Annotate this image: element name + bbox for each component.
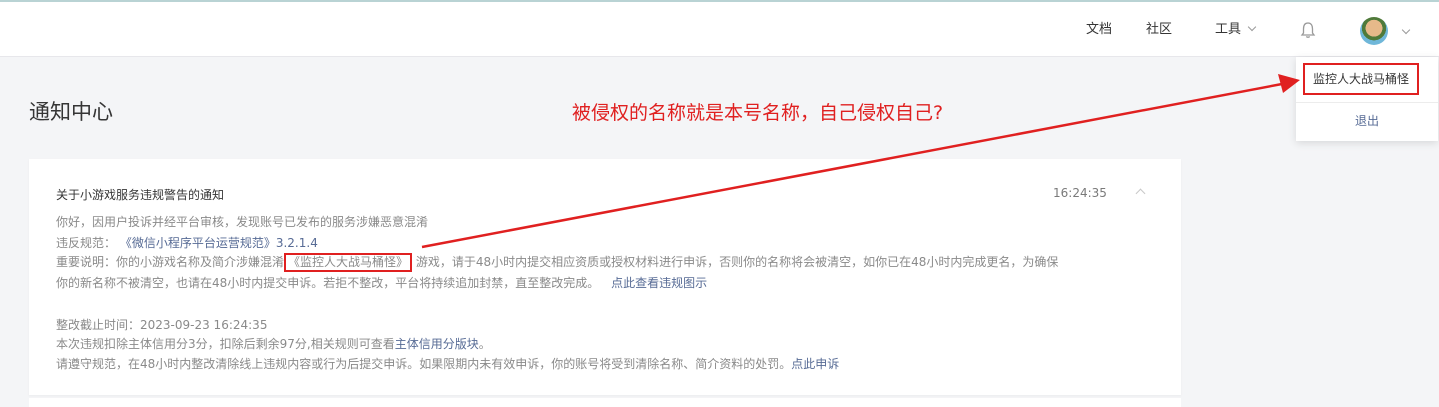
top-header: 文档 社区 工具 [0,2,1439,57]
comply-text: 请遵守规范，在48小时内整改清除线上违规内容或行为后提交申诉。如果限期内未有效申… [56,357,792,371]
chevron-down-icon [1247,22,1257,32]
notice-deadline: 整改截止时间：2023-09-23 16:24:35 [56,318,268,332]
important-prefix: 重要说明：你的小游戏名称及简介涉嫌混淆 [56,255,285,269]
nav-tools[interactable]: 工具 [1215,22,1257,38]
account-dropdown: 监控人大战马桶怪 退出 [1296,57,1438,141]
infringing-name-highlight: 《监控人大战马桶怪》 [284,253,413,272]
notice-comply-line: 请遵守规范，在48小时内整改清除线上违规内容或行为后提交申诉。如果限期内未有效申… [56,355,839,372]
page-title: 通知中心 [29,100,113,124]
important-line2: 你的新名称不被清空，也请在48小时内提交申诉。若拒不整改，平台将持续追加封禁，直… [56,276,600,290]
user-avatar[interactable] [1360,17,1388,45]
appeal-link[interactable]: 点此申诉 [791,357,839,371]
notice-deduct-line: 本次违规扣除主体信用分3分，扣除后剩余97分,相关规则可查看主体信用分版块。 [56,335,491,352]
nav-docs[interactable]: 文档 [1086,22,1112,38]
dropdown-divider [1296,102,1438,103]
notice-title: 关于小游戏服务违规警告的通知 [56,188,225,202]
notice-rule-line: 违反规范： 《微信小程序平台运营规范》3.2.1.4 [56,234,318,251]
bell-icon[interactable] [1299,21,1317,39]
notice-important-line2: 你的新名称不被清空，也请在48小时内提交申诉。若拒不整改，平台将持续追加封禁，直… [56,274,707,291]
logout-link[interactable]: 退出 [1296,112,1438,129]
notice-time: 16:24:35 [1053,186,1107,200]
annotation-text: 被侵权的名称就是本号名称，自己侵权自己? [572,102,944,124]
notice-greeting: 你好，因用户投诉并经平台审核，发现账号已发布的服务涉嫌恶意混淆 [56,215,429,229]
notice-important-line: 重要说明：你的小游戏名称及简介涉嫌混淆 《监控人大战马桶怪》 游戏，请于48小时内… [56,253,1058,272]
collapse-chevron-icon[interactable] [1135,188,1146,199]
deduct-end: 。 [478,337,491,351]
rule-link[interactable]: 《微信小程序平台运营规范》3.2.1.4 [120,236,318,250]
nav-community[interactable]: 社区 [1146,22,1172,38]
avatar-chevron-down-icon[interactable] [1401,25,1411,35]
account-name: 监控人大战马桶怪 [1303,63,1419,95]
credit-score-link[interactable]: 主体信用分版块 [395,337,479,351]
notice-card: 关于小游戏服务违规警告的通知 16:24:35 你好，因用户投诉并经平台审核，发… [29,159,1181,395]
next-card-edge [29,398,1181,407]
nav-tools-label: 工具 [1215,22,1242,37]
important-suffix: 游戏，请于48小时内提交相应资质或授权材料进行申诉，否则你的名称将会被清空，如你… [415,255,1059,269]
deduct-text: 本次违规扣除主体信用分3分，扣除后剩余97分,相关规则可查看 [56,337,395,351]
view-violation-link[interactable]: 点此查看违规图示 [611,276,707,290]
rule-label: 违反规范： [56,236,117,250]
